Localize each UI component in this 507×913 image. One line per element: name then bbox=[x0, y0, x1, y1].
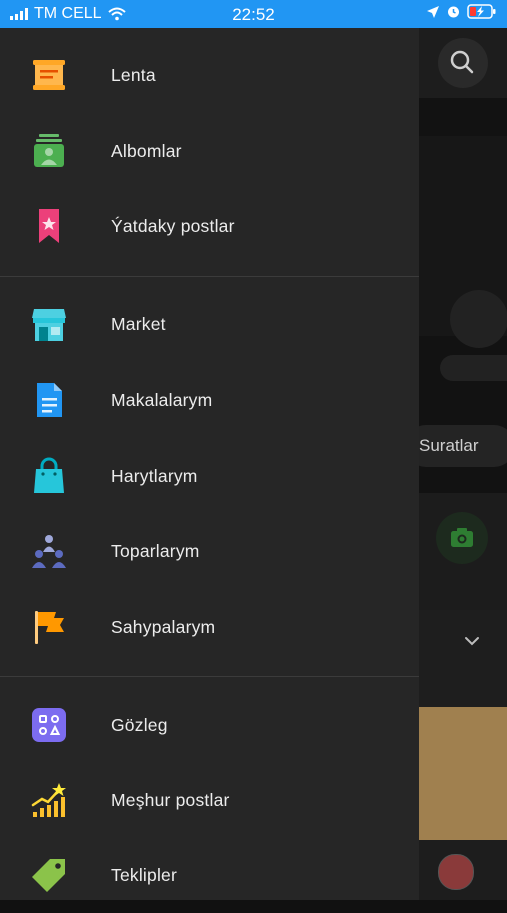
drawer-item-label: Harytlarym bbox=[111, 466, 198, 486]
battery-charging-icon bbox=[467, 4, 496, 19]
trending-icon bbox=[31, 783, 66, 817]
drawer-divider bbox=[0, 676, 419, 677]
drawer-item-gozleg[interactable]: Gözleg bbox=[0, 688, 419, 763]
drawer-item-lenta[interactable]: Lenta bbox=[0, 38, 419, 113]
search-button[interactable] bbox=[438, 38, 488, 88]
groups-icon bbox=[32, 535, 66, 568]
drawer-item-label: Lenta bbox=[111, 65, 156, 85]
drawer-item-teklipler[interactable]: Teklipler bbox=[0, 838, 419, 913]
albums-icon bbox=[34, 134, 64, 167]
drawer-item-label: Toparlarym bbox=[111, 541, 200, 561]
drawer-item-label: Market bbox=[111, 314, 166, 334]
drawer-item-label: Sahypalarym bbox=[111, 617, 216, 637]
document-icon bbox=[37, 383, 62, 417]
drawer-item-label: Albomlar bbox=[111, 141, 182, 161]
location-arrow-icon bbox=[427, 5, 439, 18]
drawer-item-sahypalarym[interactable]: Sahypalarym bbox=[0, 590, 419, 665]
flag-icon bbox=[35, 611, 64, 644]
shopping-bag-icon bbox=[34, 457, 64, 493]
search-icon bbox=[450, 50, 474, 74]
drawer-item-yatdaky-postlar[interactable]: Ýatdaky postlar bbox=[0, 189, 419, 264]
store-icon bbox=[32, 309, 66, 341]
camera-button[interactable] bbox=[436, 512, 488, 564]
bookmark-star-icon bbox=[39, 209, 59, 243]
drawer-item-label: Gözleg bbox=[111, 715, 168, 735]
camera-icon bbox=[451, 528, 473, 547]
explore-icon bbox=[32, 708, 66, 742]
profile-name-placeholder bbox=[440, 355, 507, 381]
profile-avatar bbox=[450, 290, 507, 348]
drawer-divider bbox=[0, 276, 419, 277]
alarm-icon bbox=[448, 6, 459, 18]
drawer-item-market[interactable]: Market bbox=[0, 287, 419, 362]
drawer-item-albomlar[interactable]: Albomlar bbox=[0, 114, 419, 189]
status-right bbox=[426, 4, 497, 19]
photo-thumbnail[interactable] bbox=[418, 707, 507, 840]
drawer-item-label: Teklipler bbox=[111, 865, 177, 885]
navigation-drawer: Lenta Albomlar Ýatdaky postlar Market Ma… bbox=[0, 28, 419, 900]
drawer-item-makalalarym[interactable]: Makalalarym bbox=[0, 363, 419, 438]
chevron-down-icon[interactable] bbox=[462, 631, 482, 651]
drawer-item-label: Meşhur postlar bbox=[111, 790, 230, 810]
drawer-item-meshur-postlar[interactable]: Meşhur postlar bbox=[0, 763, 419, 838]
status-bar: TM CELL 22:52 bbox=[0, 0, 507, 28]
profile-avatar-small[interactable] bbox=[438, 854, 474, 890]
drawer-item-label: Ýatdaky postlar bbox=[111, 216, 235, 236]
tag-icon bbox=[32, 859, 65, 892]
drawer-item-harytlarym[interactable]: Harytlarym bbox=[0, 439, 419, 514]
tab-suratlar[interactable]: Suratlar bbox=[405, 425, 507, 467]
feed-icon bbox=[33, 60, 65, 90]
drawer-item-label: Makalalarym bbox=[111, 390, 213, 410]
drawer-item-toparlarym[interactable]: Toparlarym bbox=[0, 514, 419, 589]
